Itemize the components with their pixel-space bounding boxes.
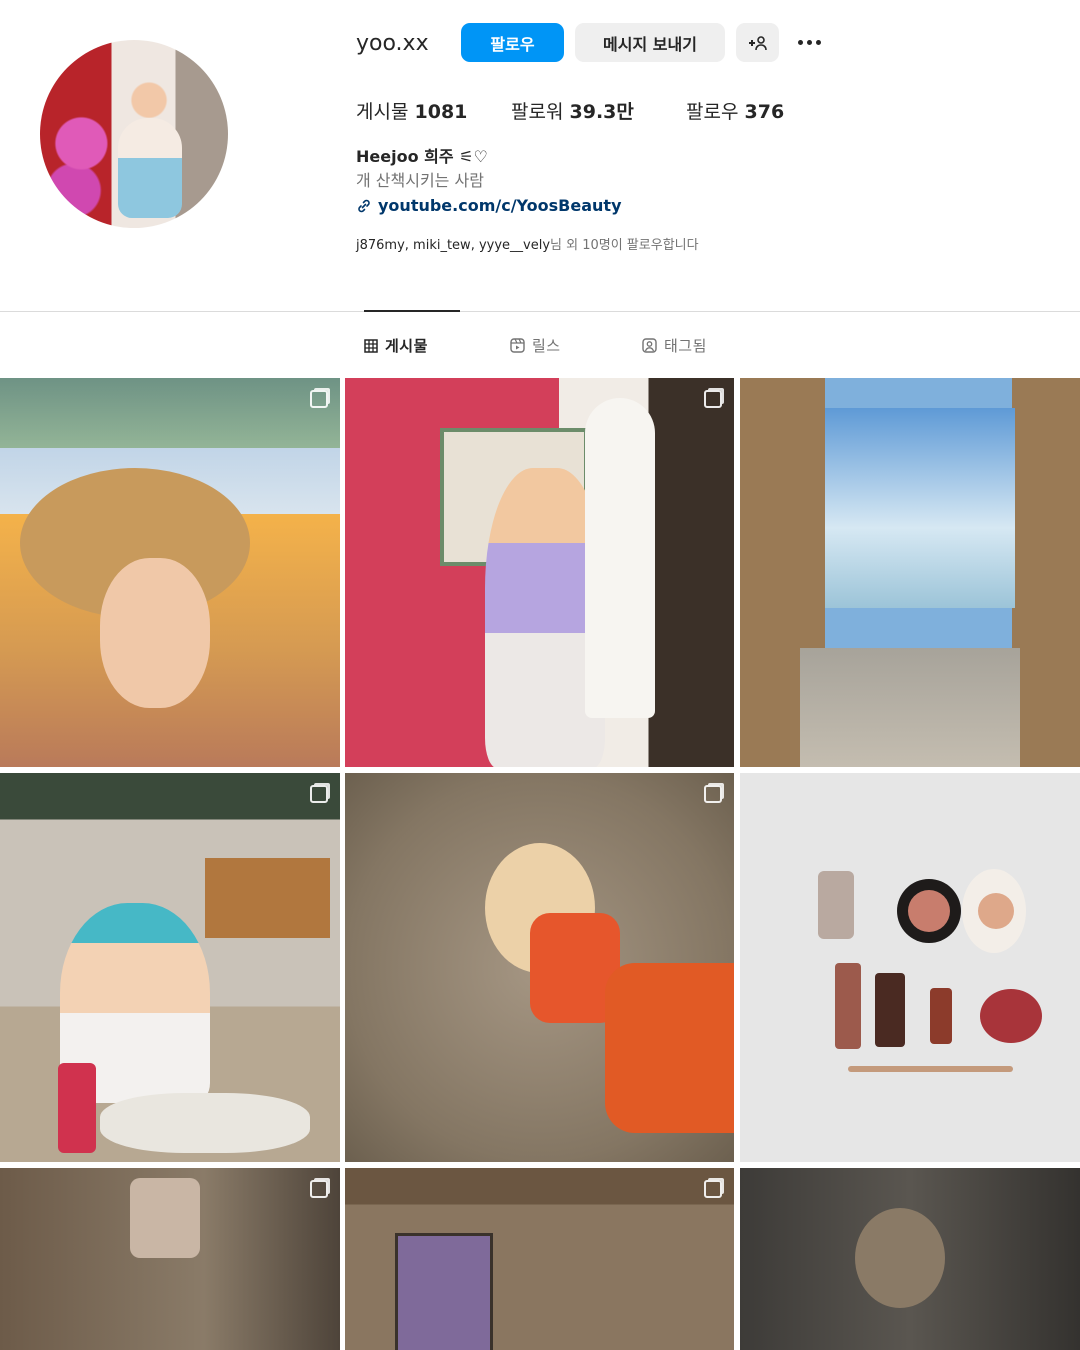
face-shape bbox=[855, 1208, 945, 1308]
path-shape bbox=[800, 648, 1020, 767]
following-count: 376 bbox=[744, 101, 785, 123]
multiple-photos-icon bbox=[310, 785, 328, 803]
active-tab-indicator bbox=[364, 310, 460, 312]
follow-button[interactable]: 팔로우 bbox=[461, 23, 564, 62]
post-thumbnail[interactable] bbox=[740, 378, 1080, 767]
post-thumbnail[interactable] bbox=[0, 1168, 340, 1350]
following-label: 팔로우 bbox=[686, 101, 739, 123]
post-thumbnail[interactable] bbox=[0, 773, 340, 1162]
tagged-icon bbox=[642, 338, 657, 353]
tab-reels[interactable]: 릴스 bbox=[510, 335, 561, 356]
tab-tagged-label: 태그됨 bbox=[664, 337, 707, 355]
painting-shape bbox=[395, 1233, 493, 1350]
followers-label: 팔로워 bbox=[511, 101, 564, 123]
followed-by[interactable]: j876my, miki_tew, yyye__vely님 외 10명이 팔로우… bbox=[356, 234, 699, 253]
tab-reels-label: 릴스 bbox=[532, 337, 561, 355]
profile-avatar[interactable] bbox=[40, 40, 228, 228]
multiple-photos-icon bbox=[704, 1180, 722, 1198]
multiple-photos-icon bbox=[310, 390, 328, 408]
post-thumbnail[interactable] bbox=[740, 1168, 1080, 1350]
tab-tagged[interactable]: 태그됨 bbox=[642, 335, 707, 356]
tabs-divider bbox=[0, 311, 1080, 312]
avatar-photo-figure bbox=[118, 118, 182, 218]
post-thumbnail[interactable] bbox=[345, 1168, 734, 1350]
followers-count: 39.3만 bbox=[569, 101, 634, 123]
pants-shape bbox=[605, 963, 734, 1133]
profile-bio: Heejoo 희주 ⚟♡ 개 산책시키는 사람 youtube.com/c/Yo… bbox=[356, 146, 956, 218]
bio-name: Heejoo 희주 ⚟♡ bbox=[356, 147, 488, 166]
post-thumbnail[interactable] bbox=[345, 773, 734, 1162]
post-thumbnail[interactable] bbox=[0, 378, 340, 767]
lip-gloss-shape bbox=[835, 963, 861, 1049]
multiple-photos-icon bbox=[704, 785, 722, 803]
sky-shape bbox=[825, 408, 1015, 608]
bowls-shape bbox=[100, 1093, 310, 1153]
message-button[interactable]: 메시지 보내기 bbox=[575, 23, 725, 62]
add-person-icon bbox=[748, 35, 767, 50]
post-thumbnail[interactable] bbox=[345, 378, 734, 767]
posts-count: 1081 bbox=[414, 101, 468, 123]
blush-shape bbox=[908, 890, 950, 932]
posts-stat: 게시물 1081 bbox=[356, 97, 467, 124]
powder-color-shape bbox=[978, 893, 1014, 929]
tab-posts-label: 게시물 bbox=[385, 337, 428, 355]
lipstick-dark-shape bbox=[875, 973, 905, 1047]
followed-by-suffix: 님 외 10명이 팔로우합니다 bbox=[550, 238, 699, 253]
bio-link-text: youtube.com/c/YoosBeauty bbox=[378, 196, 622, 215]
dot bbox=[797, 39, 803, 45]
dot bbox=[806, 39, 812, 45]
bio-link[interactable]: youtube.com/c/YoosBeauty bbox=[356, 194, 956, 218]
ice-cream-sign-shape bbox=[585, 398, 655, 718]
drink-shape bbox=[58, 1063, 96, 1153]
posts-label: 게시물 bbox=[356, 101, 409, 123]
lipstick-shape bbox=[818, 871, 854, 939]
followed-by-names: j876my, miki_tew, yyye__vely bbox=[356, 238, 551, 253]
bio-text: 개 산책시키는 사람 bbox=[356, 171, 484, 190]
more-options-icon[interactable] bbox=[793, 30, 825, 54]
lip-tint-shape bbox=[980, 989, 1042, 1043]
nail-polish-shape bbox=[930, 988, 952, 1044]
multiple-photos-icon bbox=[704, 390, 722, 408]
post-thumbnail[interactable] bbox=[740, 773, 1080, 1162]
shelf-shape bbox=[205, 858, 330, 938]
liner-pencil-shape bbox=[848, 1066, 1013, 1072]
dot bbox=[815, 39, 821, 45]
phone-shape bbox=[130, 1178, 200, 1258]
followers-stat[interactable]: 팔로워 39.3만 bbox=[511, 97, 634, 124]
link-icon bbox=[358, 199, 370, 213]
suggest-users-button[interactable] bbox=[736, 23, 779, 62]
palm-shape bbox=[0, 378, 340, 448]
grid-icon bbox=[364, 338, 378, 353]
multiple-photos-icon bbox=[310, 1180, 328, 1198]
following-stat[interactable]: 팔로우 376 bbox=[686, 97, 784, 124]
face-shape bbox=[100, 558, 210, 708]
reels-icon bbox=[510, 338, 525, 353]
tab-posts[interactable]: 게시물 bbox=[364, 335, 428, 356]
profile-username: yoo.xx bbox=[356, 31, 429, 56]
